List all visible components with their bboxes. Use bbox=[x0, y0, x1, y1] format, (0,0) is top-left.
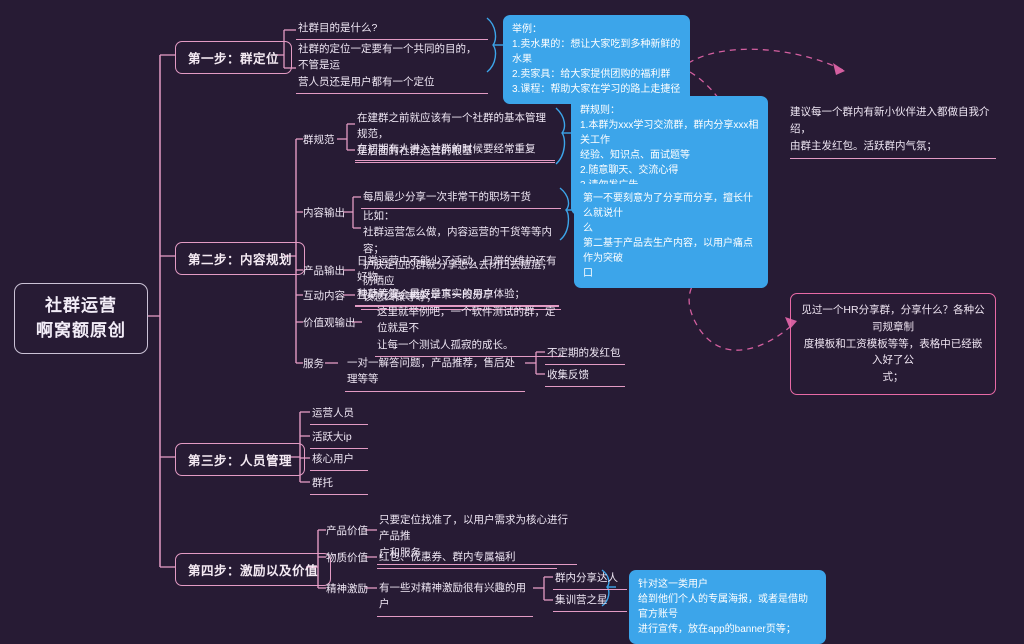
step1-example-callout[interactable]: 举例： 1.卖水果的：想让大家吃到多种新鲜的水果 2.卖家具：给大家提供团购的福… bbox=[503, 15, 690, 104]
branch-label-values-output[interactable]: 价值观输出 bbox=[303, 315, 356, 330]
step3-item-2[interactable]: 活跃大ip bbox=[310, 428, 368, 450]
branch-label-interaction[interactable]: 互动内容 bbox=[303, 288, 345, 303]
branch-label-material-value[interactable]: 物质价值 bbox=[326, 550, 368, 565]
topic-step1[interactable]: 第一步：群定位 bbox=[175, 41, 293, 74]
values-output-item-1[interactable]: 这里就举例吧，一个软件测试的群，定位就是不 让每一个测试人孤寂的成长。 bbox=[375, 303, 565, 357]
content-output-callout[interactable]: 第一不要刻意为了分享而分享，擅长什么就说什 么 第二基于产品去生产内容，以用户痛… bbox=[574, 184, 768, 288]
step1-description[interactable]: 社群的定位一定要有一个共同的目的，不管是运 营人员还是用户都有一个定位 bbox=[296, 40, 488, 94]
material-value-text[interactable]: 红包、优惠券、群内专属福利 bbox=[377, 548, 557, 570]
topic-step4[interactable]: 第四步：激励以及价值 bbox=[175, 553, 332, 586]
root-title-line1: 社群运营 bbox=[45, 296, 117, 315]
topic-step2[interactable]: 第二步：内容规划 bbox=[175, 242, 306, 275]
side-note-intro[interactable]: 建议每一个群内有新小伙伴进入都做自我介绍， 由群主发红包。活跃群内气氛； bbox=[790, 104, 996, 160]
service-subnode-2[interactable]: 收集反馈 bbox=[545, 366, 625, 388]
service-subnode-1[interactable]: 不定期的发红包 bbox=[545, 344, 625, 366]
step1-question[interactable]: 社群目的是什么? bbox=[296, 19, 488, 41]
mindmap-canvas: 社群运营 啊窝额原创 第一步：群定位 社群目的是什么? 社群的定位一定要有一个共… bbox=[0, 0, 1024, 644]
spirit-subnode-1[interactable]: 群内分享达人 bbox=[553, 569, 627, 591]
group-norms-item-2[interactable]: 在初期有人进入社群的时候要经常重复 bbox=[355, 140, 555, 162]
branch-label-service[interactable]: 服务 bbox=[303, 356, 324, 371]
step3-item-3[interactable]: 核心用户 bbox=[310, 450, 368, 472]
root-node[interactable]: 社群运营 啊窝额原创 bbox=[14, 283, 148, 355]
step3-item-1[interactable]: 运营人员 bbox=[310, 404, 368, 426]
branch-label-product-output[interactable]: 产品输出 bbox=[303, 263, 345, 278]
step3-item-4[interactable]: 群托 bbox=[310, 474, 368, 496]
service-item-1[interactable]: 一对一解答问题，产品推荐，售后处理等等 bbox=[345, 354, 525, 392]
spirit-subnode-2[interactable]: 集训营之星 bbox=[553, 591, 627, 613]
branch-label-product-value[interactable]: 产品价值 bbox=[326, 523, 368, 538]
branch-label-spirit-incentive[interactable]: 精神激励 bbox=[326, 581, 368, 596]
spirit-incentive-callout[interactable]: 针对这一类用户 给到他们个人的专属海报，或者是借助官方账号 进行宣传，放在app… bbox=[629, 570, 826, 644]
spirit-incentive-text[interactable]: 有一些对精神激励很有兴趣的用户 bbox=[377, 579, 533, 617]
branch-label-content-output[interactable]: 内容输出 bbox=[303, 205, 345, 220]
side-note-hr[interactable]: 见过一个HR分享群，分享什么？各种公司规章制 度模板和工资模板等等，表格中已经嵌… bbox=[790, 293, 996, 395]
topic-step3[interactable]: 第三步：人员管理 bbox=[175, 443, 306, 476]
root-title-line2: 啊窝额原创 bbox=[36, 320, 126, 340]
branch-label-group-norms[interactable]: 群规范 bbox=[303, 132, 335, 147]
